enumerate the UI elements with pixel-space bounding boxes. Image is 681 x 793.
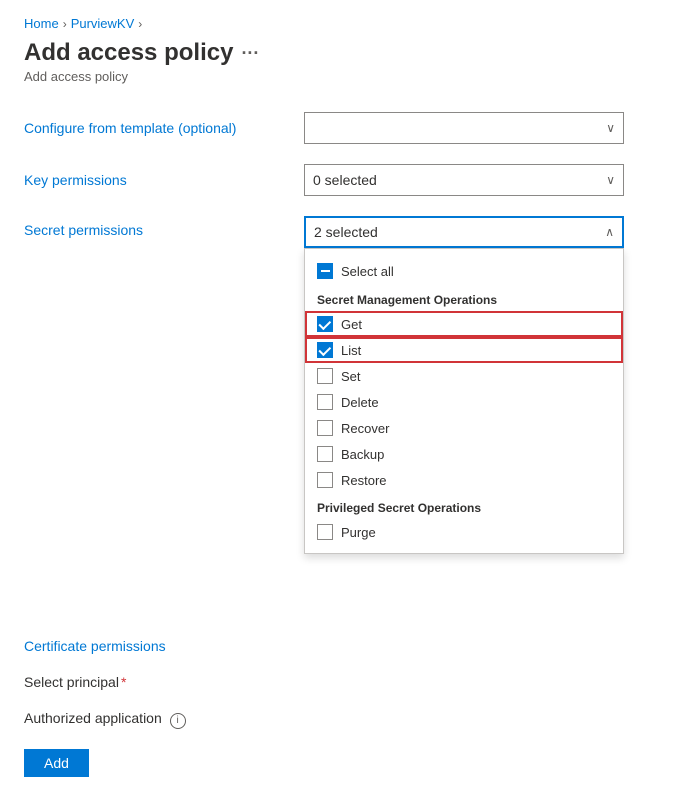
select-all-row[interactable]: Select all: [305, 257, 623, 285]
access-policy-form: Configure from template (optional) ∨ Key…: [24, 112, 657, 777]
breadcrumb-resource[interactable]: PurviewKV: [71, 16, 135, 31]
page-title-row: Add access policy ···: [24, 39, 657, 67]
select-principal-label: Select principal*: [24, 674, 304, 690]
breadcrumb: Home › PurviewKV ›: [24, 16, 657, 31]
authorized-application-row: Authorized application i: [24, 710, 657, 729]
key-permissions-label[interactable]: Key permissions: [24, 172, 304, 188]
secret-management-header: Secret Management Operations: [305, 285, 623, 311]
authorized-application-info-icon[interactable]: i: [170, 713, 186, 729]
key-permissions-row: Key permissions 0 selected ∨: [24, 164, 657, 196]
list-checkbox-row[interactable]: List: [305, 337, 623, 363]
backup-checkbox[interactable]: [317, 446, 333, 462]
get-checkbox-row[interactable]: Get: [305, 311, 623, 337]
set-label: Set: [341, 369, 361, 384]
recover-label: Recover: [341, 421, 389, 436]
list-checkbox[interactable]: [317, 342, 333, 358]
backup-checkbox-row[interactable]: Backup: [305, 441, 623, 467]
configure-template-label[interactable]: Configure from template (optional): [24, 120, 304, 136]
secret-permissions-chevron: ∧: [605, 225, 614, 239]
secret-permissions-label[interactable]: Secret permissions: [24, 222, 304, 238]
select-all-label: Select all: [341, 264, 394, 279]
delete-checkbox[interactable]: [317, 394, 333, 410]
page-title-text: Add access policy: [24, 39, 233, 67]
delete-label: Delete: [341, 395, 379, 410]
select-all-checkbox[interactable]: [317, 263, 333, 279]
breadcrumb-home[interactable]: Home: [24, 16, 59, 31]
authorized-application-label: Authorized application i: [24, 710, 304, 729]
secret-permissions-value: 2 selected: [314, 224, 378, 240]
certificate-permissions-row: Certificate permissions: [24, 638, 657, 654]
secret-permissions-panel: Select all Secret Management Operations …: [304, 248, 624, 554]
select-principal-row: Select principal*: [24, 674, 657, 690]
more-options-icon[interactable]: ···: [241, 43, 259, 64]
breadcrumb-sep-1: ›: [63, 17, 67, 31]
restore-checkbox[interactable]: [317, 472, 333, 488]
add-button[interactable]: Add: [24, 749, 89, 777]
delete-checkbox-row[interactable]: Delete: [305, 389, 623, 415]
add-button-container: Add: [24, 749, 657, 777]
required-star: *: [121, 674, 126, 690]
restore-checkbox-row[interactable]: Restore: [305, 467, 623, 493]
configure-template-chevron: ∨: [606, 121, 615, 135]
list-label: List: [341, 343, 361, 358]
set-checkbox[interactable]: [317, 368, 333, 384]
key-permissions-dropdown[interactable]: 0 selected ∨: [304, 164, 624, 196]
backup-label: Backup: [341, 447, 384, 462]
privileged-secret-header: Privileged Secret Operations: [305, 493, 623, 519]
get-label: Get: [341, 317, 362, 332]
breadcrumb-sep-2: ›: [138, 17, 142, 31]
configure-template-row: Configure from template (optional) ∨: [24, 112, 657, 144]
certificate-permissions-label[interactable]: Certificate permissions: [24, 638, 304, 654]
page-subtitle: Add access policy: [24, 69, 657, 84]
key-permissions-value: 0 selected: [313, 172, 377, 188]
get-checkbox[interactable]: [317, 316, 333, 332]
secret-permissions-dropdown[interactable]: 2 selected ∧: [304, 216, 624, 248]
recover-checkbox-row[interactable]: Recover: [305, 415, 623, 441]
recover-checkbox[interactable]: [317, 420, 333, 436]
secret-permissions-row: Secret permissions 2 selected ∧ Select a…: [24, 216, 657, 248]
set-checkbox-row[interactable]: Set: [305, 363, 623, 389]
restore-label: Restore: [341, 473, 387, 488]
purge-checkbox[interactable]: [317, 524, 333, 540]
purge-label: Purge: [341, 525, 376, 540]
key-permissions-chevron: ∨: [606, 173, 615, 187]
configure-template-dropdown[interactable]: ∨: [304, 112, 624, 144]
purge-checkbox-row[interactable]: Purge: [305, 519, 623, 545]
